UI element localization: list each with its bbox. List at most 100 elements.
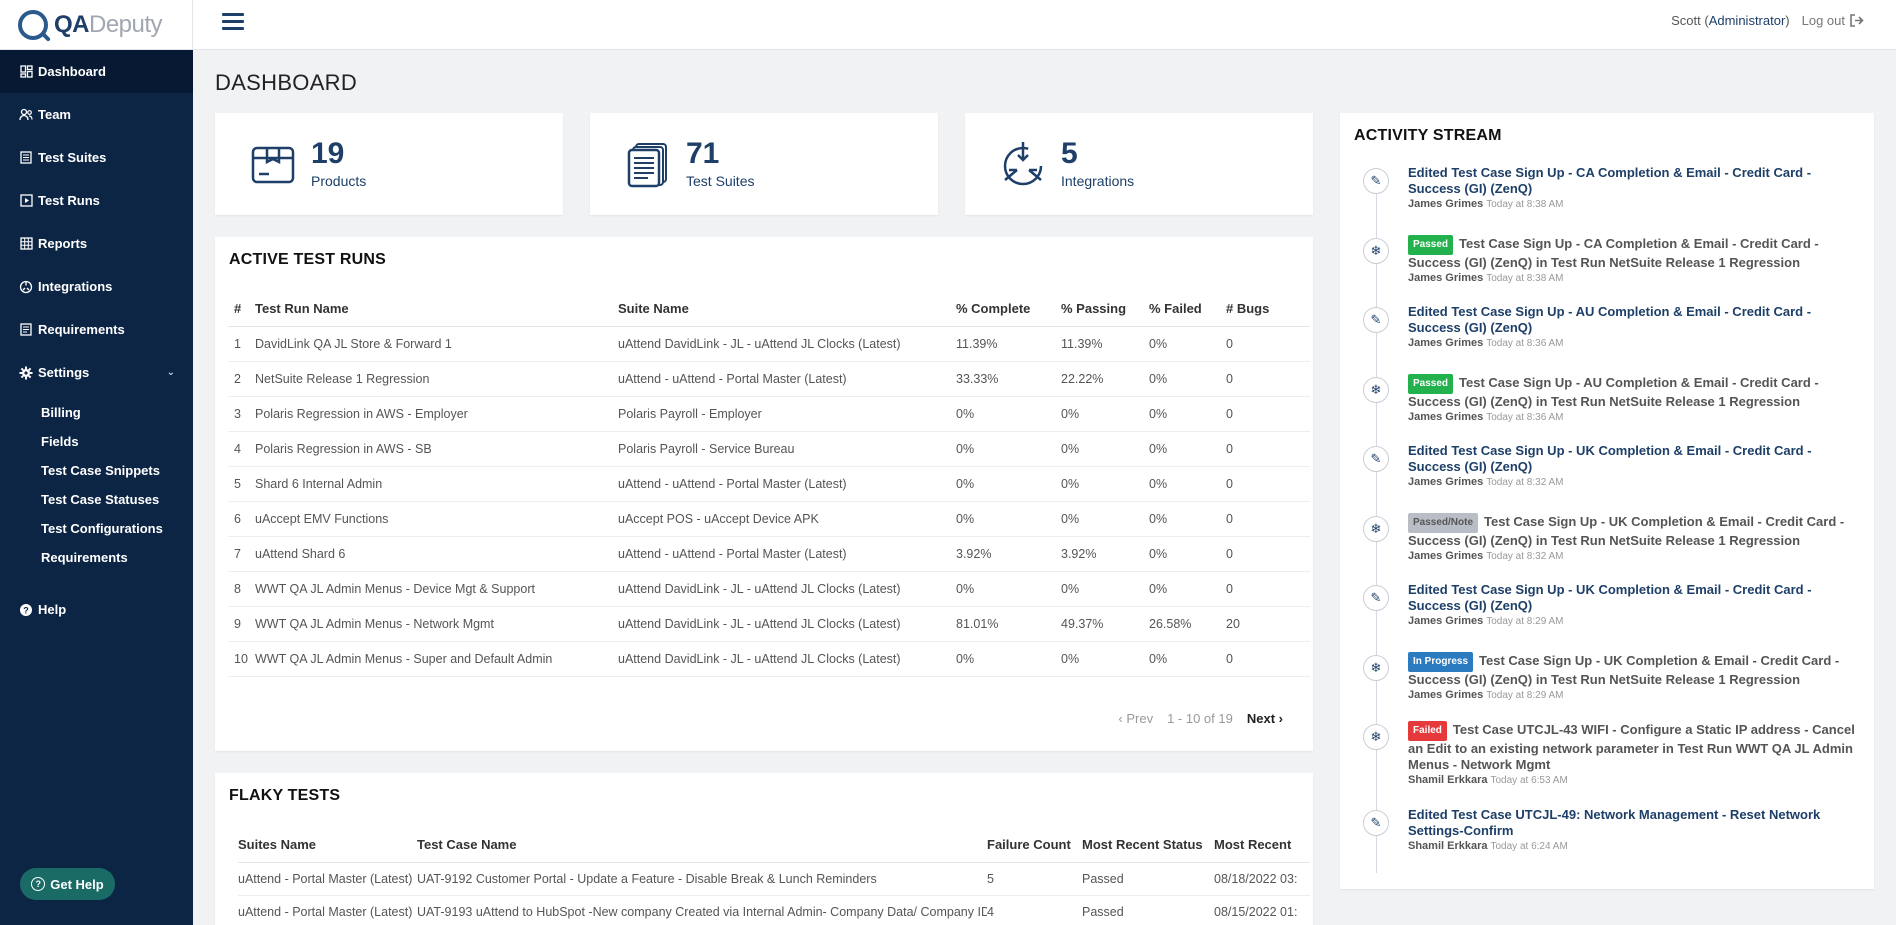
activity-title[interactable]: Edited Test Case Sign Up - CA Completion… — [1408, 165, 1860, 197]
activity-author[interactable]: James Grimes — [1408, 476, 1483, 488]
activity-item[interactable]: ❄ Passed Test Case Sign Up - AU Completion… — [1340, 373, 1860, 444]
table-cell: 0 — [1226, 466, 1310, 502]
activity-title[interactable]: Edited Test Case UTCJL-49: Network Manag… — [1408, 807, 1860, 839]
activity-title[interactable]: Edited Test Case Sign Up - UK Completion… — [1408, 443, 1860, 475]
settings-sub-item-fields[interactable]: Fields — [41, 427, 193, 456]
sidebar-item-help[interactable]: ? Help — [0, 588, 193, 631]
activity-title[interactable]: Failed Test Case UTCJL-43 WIFI - Configur… — [1408, 721, 1860, 773]
test-run-name-cell[interactable]: WWT QA JL Admin Menus - Super and Defaul… — [255, 641, 618, 677]
test-run-name-cell[interactable]: Shard 6 Internal Admin — [255, 466, 618, 502]
activity-item[interactable]: ❄ In Progress Test Case Sign Up - UK Compl… — [1340, 651, 1860, 722]
activity-author[interactable]: Shamil Erkkara — [1408, 774, 1488, 786]
activity-author[interactable]: James Grimes — [1408, 198, 1483, 210]
test-run-name-cell[interactable]: uAccept EMV Functions — [255, 501, 618, 537]
activity-title[interactable]: Edited Test Case Sign Up - UK Completion… — [1408, 582, 1860, 614]
prev-page-button[interactable]: ‹ Prev — [1118, 711, 1153, 726]
sidebar-item-requirements[interactable]: Requirements — [0, 308, 193, 351]
table-row[interactable]: 10 WWT QA JL Admin Menus - Super and Defa… — [228, 641, 1310, 677]
test-run-name-cell[interactable]: WWT QA JL Admin Menus - Network Mgmt — [255, 606, 618, 642]
sidebar-item-team[interactable]: Team — [0, 93, 193, 136]
table-row[interactable]: 9 WWT QA JL Admin Menus - Network Mgmt uAt… — [228, 606, 1310, 642]
column-header[interactable]: Test Run Name — [255, 291, 618, 327]
settings-sub-item-test-case-snippets[interactable]: Test Case Snippets — [41, 456, 193, 485]
integrations-stat-card[interactable]: 5 Integrations — [965, 113, 1313, 215]
settings-sub-item-billing[interactable]: Billing — [41, 398, 193, 427]
test-run-name-cell[interactable]: DavidLink QA JL Store & Forward 1 — [255, 326, 618, 362]
active-test-runs-card: ACTIVE TEST RUNS # Test Run Name Suite Nam… — [215, 237, 1313, 751]
settings-submenu: Billing Fields Test Case Snippets Test Case… — [0, 394, 193, 578]
activity-meta: James Grimes Today at 8:38 AM — [1408, 272, 1860, 284]
test-run-name-cell[interactable]: WWT QA JL Admin Menus - Device Mgt & Sup… — [255, 571, 618, 607]
brand-name-light: Deputy — [89, 10, 163, 38]
activity-title[interactable]: Edited Test Case Sign Up - AU Completion… — [1408, 304, 1860, 336]
activity-author[interactable]: James Grimes — [1408, 550, 1483, 562]
activity-item[interactable]: ✎ Edited Test Case UTCJL-49: Network Mana… — [1340, 807, 1860, 877]
table-row[interactable]: 4 Polaris Regression in AWS - SB Polaris P… — [228, 431, 1310, 467]
column-header[interactable]: Test Case Name — [417, 827, 987, 863]
column-header[interactable]: Most Recent Status — [1082, 827, 1214, 863]
user-info[interactable]: Scott (Administrator) — [1671, 13, 1790, 28]
table-row[interactable]: uAttend - Portal Master (Latest) UAT-9193… — [238, 895, 1310, 925]
sidebar-item-label: Team — [38, 107, 71, 122]
test-run-name-cell[interactable]: Polaris Regression in AWS - Employer — [255, 396, 618, 432]
column-header[interactable]: % Complete — [956, 291, 1061, 327]
hamburger-menu-icon[interactable] — [222, 13, 244, 31]
table-row[interactable]: 7 uAttend Shard 6 uAttend - uAttend - Port… — [228, 536, 1310, 572]
table-row[interactable]: uAttend - Portal Master (Latest) UAT-9192… — [238, 862, 1310, 896]
activity-item[interactable]: ✎ Edited Test Case Sign Up - UK Completio… — [1340, 582, 1860, 652]
activity-title[interactable]: Passed Test Case Sign Up - AU Completion … — [1408, 373, 1860, 410]
activity-author[interactable]: James Grimes — [1408, 272, 1483, 284]
sidebar-item-reports[interactable]: Reports — [0, 222, 193, 265]
column-header[interactable]: Most Recent — [1214, 827, 1310, 863]
table-row[interactable]: 2 NetSuite Release 1 Regression uAttend - … — [228, 361, 1310, 397]
activity-author[interactable]: James Grimes — [1408, 411, 1483, 423]
pencil-icon: ✎ — [1363, 168, 1389, 194]
activity-author[interactable]: James Grimes — [1408, 615, 1483, 627]
activity-author[interactable]: James Grimes — [1408, 689, 1483, 701]
settings-sub-item-test-configurations[interactable]: Test Configurations — [41, 514, 193, 543]
activity-item[interactable]: ❄ Failed Test Case UTCJL-43 WIFI - Configu… — [1340, 721, 1860, 807]
column-header[interactable]: Suite Name — [618, 291, 956, 327]
activity-item[interactable]: ✎ Edited Test Case Sign Up - UK Completio… — [1340, 443, 1860, 513]
activity-item[interactable]: ✎ Edited Test Case Sign Up - AU Completio… — [1340, 304, 1860, 374]
table-row[interactable]: 1 DavidLink QA JL Store & Forward 1 uAtten… — [228, 326, 1310, 362]
products-stat-card[interactable]: 19 Products — [215, 113, 563, 215]
activity-item[interactable]: ❄ Passed/Note Test Case Sign Up - UK Compl… — [1340, 512, 1860, 583]
sidebar-item-test-runs[interactable]: Test Runs — [0, 179, 193, 222]
test-suites-stat-card[interactable]: 71 Test Suites — [590, 113, 938, 215]
table-row[interactable]: 6 uAccept EMV Functions uAccept POS - uAcc… — [228, 501, 1310, 537]
test-run-name-cell[interactable]: uAttend Shard 6 — [255, 536, 618, 572]
column-header[interactable]: # — [228, 291, 255, 327]
table-row[interactable]: 8 WWT QA JL Admin Menus - Device Mgt & Su… — [228, 571, 1310, 607]
chevron-down-icon[interactable]: ⌄ — [167, 367, 175, 378]
table-cell: 0 — [1226, 396, 1310, 432]
get-help-button[interactable]: ? Get Help — [20, 868, 115, 900]
brand-name-bold: QA — [54, 10, 90, 38]
logo[interactable]: QADeputy — [0, 0, 193, 50]
test-run-name-cell[interactable]: Polaris Regression in AWS - SB — [255, 431, 618, 467]
column-header[interactable]: % Failed — [1149, 291, 1226, 327]
column-header[interactable]: % Passing — [1061, 291, 1149, 327]
table-row[interactable]: 3 Polaris Regression in AWS - Employer Pol… — [228, 396, 1310, 432]
table-cell: 6 — [228, 501, 255, 537]
activity-item[interactable]: ❄ Passed Test Case Sign Up - CA Completion… — [1340, 234, 1860, 305]
test-run-name-cell[interactable]: NetSuite Release 1 Regression — [255, 361, 618, 397]
activity-item[interactable]: ✎ Edited Test Case Sign Up - CA Completio… — [1340, 165, 1860, 235]
column-header[interactable]: Failure Count — [987, 827, 1082, 863]
activity-title[interactable]: Passed/Note Test Case Sign Up - UK Comple… — [1408, 512, 1860, 549]
column-header[interactable]: Suites Name — [238, 827, 417, 863]
table-row[interactable]: 5 Shard 6 Internal Admin uAttend - uAttend… — [228, 466, 1310, 502]
sidebar-item-settings[interactable]: Settings ⌄ — [0, 351, 193, 394]
activity-title[interactable]: In Progress Test Case Sign Up - UK Comple… — [1408, 651, 1860, 688]
sidebar-item-dashboard[interactable]: Dashboard — [0, 50, 193, 93]
activity-title[interactable]: Passed Test Case Sign Up - CA Completion … — [1408, 234, 1860, 271]
next-page-button[interactable]: Next › — [1247, 711, 1283, 726]
logout-link[interactable]: Log out — [1802, 13, 1864, 28]
activity-author[interactable]: James Grimes — [1408, 337, 1483, 349]
settings-sub-item-test-case-statuses[interactable]: Test Case Statuses — [41, 485, 193, 514]
settings-sub-item-requirements[interactable]: Requirements — [41, 543, 193, 572]
column-header[interactable]: # Bugs — [1226, 291, 1310, 327]
sidebar-item-test-suites[interactable]: Test Suites — [0, 136, 193, 179]
activity-author[interactable]: Shamil Erkkara — [1408, 840, 1488, 852]
sidebar-item-integrations[interactable]: Integrations — [0, 265, 193, 308]
